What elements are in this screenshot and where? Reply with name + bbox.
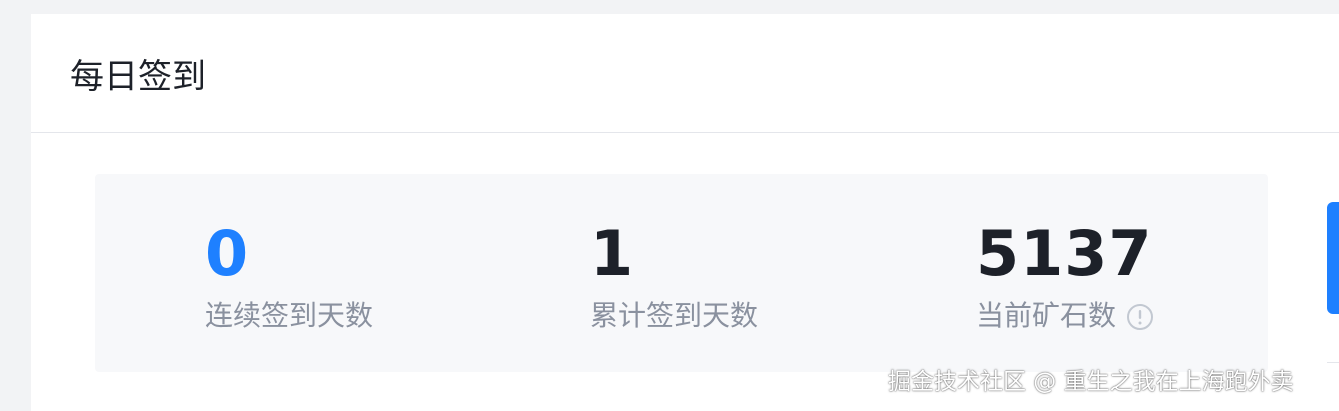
daily-checkin-card: 每日签到 0 连续签到天数 1 累计签到天数 5137 当前矿石数 xyxy=(31,14,1339,411)
total-days-value: 1 xyxy=(590,217,635,290)
stat-consecutive-days: 0 连续签到天数 xyxy=(205,216,373,336)
total-days-label-text: 累计签到天数 xyxy=(590,299,759,332)
total-days-label: 累计签到天数 xyxy=(590,296,758,336)
ore-count-label-text: 当前矿石数 xyxy=(976,299,1117,332)
page-title: 每日签到 xyxy=(70,57,206,97)
stats-panel: 0 连续签到天数 1 累计签到天数 5137 当前矿石数 xyxy=(95,174,1268,372)
watermark-text: 掘金技术社区 @ 重生之我在上海跑外卖 xyxy=(888,369,1294,395)
card-header: 每日签到 xyxy=(31,14,1339,133)
stat-ore-count: 5137 当前矿石数 xyxy=(976,216,1154,336)
consecutive-days-value: 0 xyxy=(205,217,250,290)
divider xyxy=(1327,362,1339,363)
consecutive-days-label: 连续签到天数 xyxy=(205,296,373,336)
consecutive-days-label-text: 连续签到天数 xyxy=(205,299,374,332)
ore-count-label: 当前矿石数 xyxy=(976,296,1154,336)
checkin-side-button[interactable] xyxy=(1327,202,1339,314)
stat-total-days: 1 累计签到天数 xyxy=(590,216,758,336)
ore-count-value: 5137 xyxy=(976,217,1153,290)
info-icon[interactable] xyxy=(1126,302,1154,330)
